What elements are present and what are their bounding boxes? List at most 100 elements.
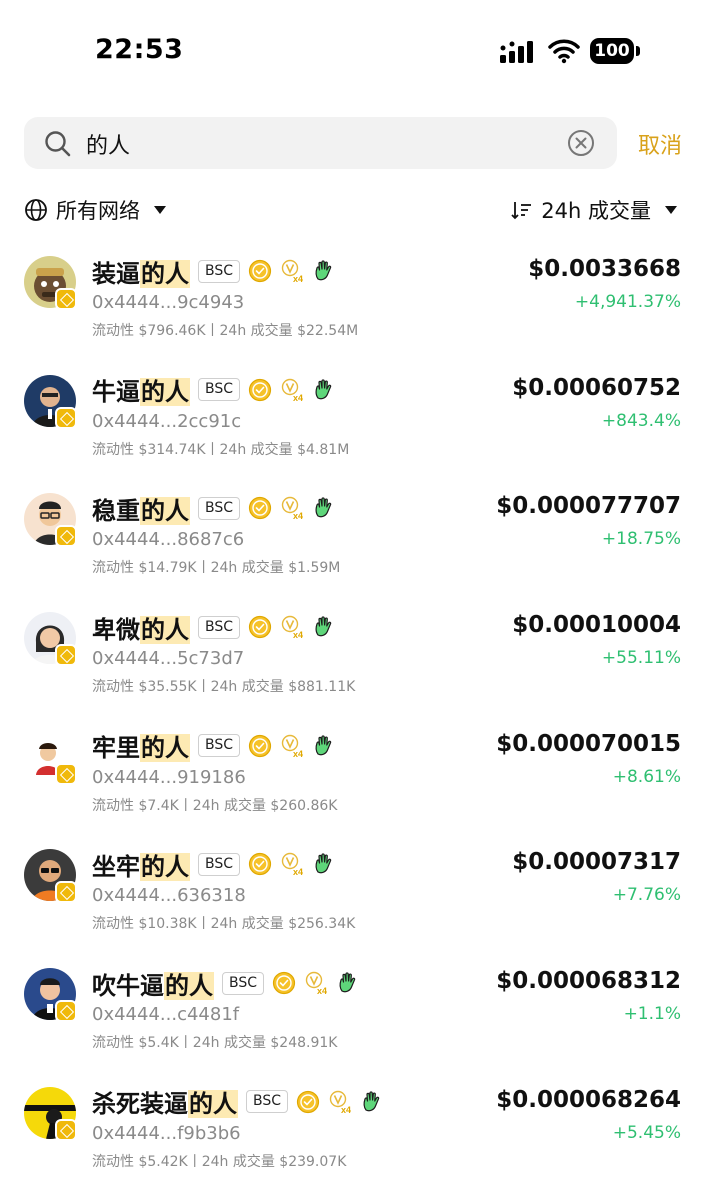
token-liquidity-volume: 流动性 $314.74K丨24h 成交量 $4.81M	[92, 441, 350, 458]
token-price-change: +18.75%	[601, 529, 681, 550]
search-bar[interactable]: 的人	[24, 117, 617, 169]
wifi-icon	[548, 39, 580, 64]
token-price: $0.00060752	[512, 374, 681, 401]
chain-tag: BSC	[198, 378, 241, 402]
certified-coin-icon	[248, 259, 272, 283]
vip-x4-icon: x4	[281, 615, 303, 639]
battery-level: 100	[590, 38, 634, 64]
token-row[interactable]: 稳重的人 BSC x4 0x4444...8687c6 流动性 $14.79K丨…	[0, 473, 705, 592]
token-price: $0.00007317	[512, 849, 681, 876]
bnb-chain-badge-icon	[55, 762, 77, 785]
sort-filter-label: 24h 成交量	[541, 199, 651, 223]
token-row[interactable]: 坐牢的人 BSC x4 0x4444...636318 流动性 $10.38K丨…	[0, 829, 705, 948]
svg-text:x4: x4	[293, 511, 303, 520]
token-name-match: 的人	[164, 971, 214, 1000]
search-input[interactable]: 的人	[86, 128, 130, 160]
token-name-prefix: 装逼	[92, 259, 140, 288]
token-row[interactable]: 卑微的人 BSC x4 0x4444...5c73d7 流动性 $35.55K丨…	[0, 592, 705, 711]
token-row[interactable]: 牢里的人 BSC x4 0x4444...919186 流动性 $7.4K丨24…	[0, 711, 705, 830]
vip-x4-icon: x4	[281, 497, 303, 520]
cancel-button[interactable]: 取消	[638, 128, 682, 160]
status-time: 22:53	[95, 34, 184, 65]
token-name-match: 的人	[140, 496, 190, 525]
token-list: 装逼的人 BSC x4 0x4444...9c4943 流动性 $796.46K…	[0, 236, 705, 1186]
token-price-change: +1.1%	[623, 1004, 681, 1025]
token-name-match: 的人	[140, 259, 190, 288]
token-address[interactable]: 0x4444...919186	[92, 767, 246, 788]
vip-x4-icon: x4	[281, 259, 303, 283]
token-name-match: 的人	[140, 852, 190, 881]
bnb-chain-badge-icon	[55, 881, 77, 904]
token-name-match: 的人	[140, 615, 190, 644]
bnb-chain-badge-icon	[55, 644, 77, 667]
token-address[interactable]: 0x4444...636318	[92, 885, 246, 906]
token-price: $0.000070015	[496, 730, 681, 757]
bnb-chain-badge-icon	[55, 288, 77, 310]
token-liquidity-volume: 流动性 $5.4K丨24h 成交量 $248.91K	[92, 1035, 338, 1052]
chevron-down-icon	[154, 206, 166, 214]
svg-text:x4: x4	[293, 749, 303, 758]
chevron-down-icon	[665, 206, 677, 214]
token-name-match: 的人	[188, 1090, 238, 1119]
certified-coin-icon	[248, 497, 272, 520]
certified-coin-icon	[248, 853, 272, 876]
waving-hand-icon	[339, 972, 356, 993]
token-address[interactable]: 0x4444...f9b3b6	[92, 1123, 241, 1144]
token-name-prefix: 稳重	[92, 496, 140, 525]
svg-text:x4: x4	[341, 1105, 351, 1114]
token-name: 牢里的人	[92, 728, 190, 763]
token-name-prefix: 卑微	[92, 615, 140, 644]
token-price: $0.0033668	[528, 256, 681, 282]
chain-tag: BSC	[198, 734, 241, 758]
sort-icon	[511, 202, 532, 220]
token-name: 稳重的人	[92, 491, 190, 526]
waving-hand-icon	[315, 735, 332, 756]
waving-hand-icon	[315, 260, 332, 281]
token-row[interactable]: 吹牛逼的人 BSC x4 0x4444...c4481f 流动性 $5.4K丨2…	[0, 948, 705, 1067]
svg-text:x4: x4	[317, 986, 327, 995]
bnb-chain-badge-icon	[55, 525, 77, 548]
network-filter[interactable]: 所有网络	[24, 195, 166, 225]
chain-tag: BSC	[198, 496, 241, 520]
bnb-chain-badge-icon	[55, 406, 77, 429]
token-address[interactable]: 0x4444...c4481f	[92, 1004, 239, 1025]
token-row[interactable]: 牛逼的人 BSC x4 0x4444...2cc91c 流动性 $314.74K…	[0, 355, 705, 474]
token-address[interactable]: 0x4444...8687c6	[92, 529, 244, 550]
token-row[interactable]: 杀死装逼的人 BSC x4 0x4444...f9b3b6 流动性 $5.42K…	[0, 1067, 705, 1186]
token-price-change: +4,941.37%	[574, 292, 681, 312]
bnb-chain-badge-icon	[55, 1000, 77, 1023]
token-liquidity-volume: 流动性 $35.55K丨24h 成交量 $881.11K	[92, 679, 356, 696]
token-row[interactable]: 装逼的人 BSC x4 0x4444...9c4943 流动性 $796.46K…	[0, 236, 705, 355]
sort-filter[interactable]: 24h 成交量	[511, 195, 677, 225]
waving-hand-icon	[315, 616, 332, 637]
chain-tag: BSC	[246, 1090, 289, 1114]
clear-icon[interactable]	[567, 129, 595, 157]
token-name-prefix: 牢里	[92, 734, 140, 763]
token-liquidity-volume: 流动性 $5.42K丨24h 成交量 $239.07K	[92, 1153, 347, 1170]
certified-coin-icon	[272, 972, 296, 995]
globe-icon	[25, 199, 47, 221]
waving-hand-icon	[315, 497, 332, 518]
network-filter-label: 所有网络	[56, 199, 140, 223]
token-name-match: 的人	[140, 734, 190, 763]
vip-x4-icon: x4	[281, 378, 303, 402]
certified-coin-icon	[248, 378, 272, 401]
chain-tag: BSC	[198, 259, 241, 283]
status-bar: 22:53 100	[0, 0, 705, 100]
token-price-change: +843.4%	[601, 410, 681, 431]
token-name: 卑微的人	[92, 610, 190, 645]
token-liquidity-volume: 流动性 $14.79K丨24h 成交量 $1.59M	[92, 560, 341, 577]
token-address[interactable]: 0x4444...2cc91c	[92, 411, 241, 432]
token-address[interactable]: 0x4444...5c73d7	[92, 648, 244, 669]
token-price-change: +7.76%	[612, 885, 681, 906]
token-name: 装逼的人	[92, 254, 190, 289]
bnb-chain-badge-icon	[55, 1118, 77, 1141]
token-name: 坐牢的人	[92, 847, 190, 882]
token-price-change: +55.11%	[601, 648, 681, 669]
certified-coin-icon	[248, 734, 272, 757]
token-address[interactable]: 0x4444...9c4943	[92, 292, 244, 313]
vip-x4-icon: x4	[329, 1090, 351, 1114]
chain-tag: BSC	[198, 852, 241, 876]
waving-hand-icon	[363, 1091, 380, 1112]
cellular-signal-icon	[500, 41, 533, 63]
